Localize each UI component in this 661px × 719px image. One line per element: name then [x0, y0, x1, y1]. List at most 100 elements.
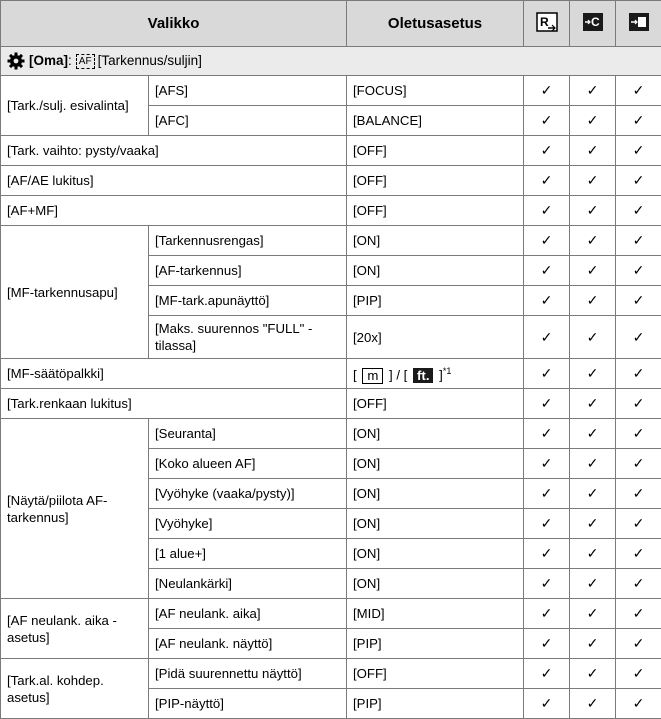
setting-name: [Tark./sulj. esivalinta] — [1, 76, 149, 136]
check-mark: ✓ — [616, 136, 661, 166]
default-value: [OFF] — [347, 389, 524, 419]
header-row: Valikko Oletusasetus R C — [1, 1, 661, 47]
check-mark: ✓ — [524, 479, 570, 509]
check-mark: ✓ — [570, 449, 616, 479]
table-row: [Tark./sulj. esivalinta] [AFS] [FOCUS] ✓… — [1, 76, 661, 106]
sub-setting-name: [Vyöhyke] — [149, 509, 347, 539]
check-mark: ✓ — [616, 286, 661, 316]
check-mark: ✓ — [616, 196, 661, 226]
sub-setting-name: [AFC] — [149, 106, 347, 136]
default-value: [PIP] — [347, 629, 524, 659]
table-row: [Näytä/piilota AF-tarkennus] [Seuranta] … — [1, 419, 661, 449]
setting-name: [AF neulank. aika -asetus] — [1, 599, 149, 659]
sub-setting-name: [PIP-näyttö] — [149, 689, 347, 719]
check-mark: ✓ — [524, 569, 570, 599]
check-mark: ✓ — [524, 629, 570, 659]
reset-rec-icon: R — [536, 12, 558, 32]
header-custom-copy: C — [570, 1, 616, 47]
check-mark: ✓ — [570, 286, 616, 316]
default-value: [ON] — [347, 569, 524, 599]
default-value: [ON] — [347, 226, 524, 256]
value-mid: ] / [ — [389, 368, 407, 383]
svg-text:R: R — [540, 15, 549, 29]
check-mark: ✓ — [524, 76, 570, 106]
check-mark: ✓ — [524, 316, 570, 359]
check-mark: ✓ — [616, 599, 661, 629]
sub-setting-name: [Seuranta] — [149, 419, 347, 449]
setting-name: [Tark. vaihto: pysty/vaaka] — [1, 136, 347, 166]
check-mark: ✓ — [616, 389, 661, 419]
sub-setting-name: [AF neulank. aika] — [149, 599, 347, 629]
setting-name: [MF-säätöpalkki] — [1, 359, 347, 389]
check-mark: ✓ — [616, 659, 661, 689]
check-mark: ✓ — [524, 539, 570, 569]
default-value: [20x] — [347, 316, 524, 359]
check-mark: ✓ — [616, 539, 661, 569]
meter-unit-icon: m — [362, 368, 383, 384]
check-mark: ✓ — [570, 479, 616, 509]
check-mark: ✓ — [524, 226, 570, 256]
check-mark: ✓ — [616, 106, 661, 136]
default-value: [FOCUS] — [347, 76, 524, 106]
sub-setting-name: [Pidä suurennettu näyttö] — [149, 659, 347, 689]
check-mark: ✓ — [570, 599, 616, 629]
check-mark: ✓ — [616, 316, 661, 359]
default-value: [ON] — [347, 539, 524, 569]
default-value: [OFF] — [347, 136, 524, 166]
sub-setting-name: [AF-tarkennus] — [149, 256, 347, 286]
value-open: [ — [353, 368, 357, 383]
setting-name: [Näytä/piilota AF-tarkennus] — [1, 419, 149, 599]
check-mark: ✓ — [524, 509, 570, 539]
check-mark: ✓ — [570, 106, 616, 136]
check-mark: ✓ — [524, 359, 570, 389]
af-icon: AF — [76, 54, 95, 69]
check-mark: ✓ — [524, 196, 570, 226]
check-mark: ✓ — [524, 106, 570, 136]
check-mark: ✓ — [570, 689, 616, 719]
section-row: [Oma]:AF[Tarkennus/suljin] — [1, 47, 661, 76]
check-mark: ✓ — [524, 136, 570, 166]
sub-setting-name: [Vyöhyke (vaaka/pysty)] — [149, 479, 347, 509]
check-mark: ✓ — [524, 659, 570, 689]
footnote-ref: *1 — [443, 366, 452, 376]
check-mark: ✓ — [524, 286, 570, 316]
check-mark: ✓ — [570, 659, 616, 689]
check-mark: ✓ — [570, 629, 616, 659]
sub-setting-name: [1 alue+] — [149, 539, 347, 569]
default-value: [PIP] — [347, 286, 524, 316]
sub-setting-name: [Koko alueen AF] — [149, 449, 347, 479]
check-mark: ✓ — [570, 359, 616, 389]
check-mark: ✓ — [616, 689, 661, 719]
table-row: [Tark.al. kohdep. asetus] [Pidä suurenne… — [1, 659, 661, 689]
check-mark: ✓ — [524, 256, 570, 286]
header-menu: Valikko — [1, 1, 347, 47]
check-mark: ✓ — [570, 569, 616, 599]
sub-setting-name: [Neulankärki] — [149, 569, 347, 599]
default-value: [OFF] — [347, 659, 524, 689]
default-value: [MID] — [347, 599, 524, 629]
section-title: [Tarkennus/suljin] — [98, 53, 202, 68]
default-value: [OFF] — [347, 166, 524, 196]
check-mark: ✓ — [616, 509, 661, 539]
custom-copy-icon: C — [582, 12, 604, 32]
table-row: [Tark.renkaan lukitus] [OFF] ✓ ✓ ✓ — [1, 389, 661, 419]
check-mark: ✓ — [616, 449, 661, 479]
check-mark: ✓ — [616, 76, 661, 106]
check-mark: ✓ — [570, 166, 616, 196]
svg-text:C: C — [591, 15, 600, 29]
section-oma: [Oma] — [29, 53, 68, 68]
check-mark: ✓ — [524, 449, 570, 479]
default-value: [ON] — [347, 509, 524, 539]
table-row: [MF-säätöpalkki] [ m ] / [ ft. ]*1 ✓ ✓ ✓ — [1, 359, 661, 389]
default-value: [BALANCE] — [347, 106, 524, 136]
setting-name: [Tark.al. kohdep. asetus] — [1, 659, 149, 719]
check-mark: ✓ — [524, 689, 570, 719]
setting-name: [AF+MF] — [1, 196, 347, 226]
check-mark: ✓ — [570, 389, 616, 419]
check-mark: ✓ — [616, 256, 661, 286]
table-row: [Tark. vaihto: pysty/vaaka] [OFF] ✓ ✓ ✓ — [1, 136, 661, 166]
table-row: [AF neulank. aika -asetus] [AF neulank. … — [1, 599, 661, 629]
gear-icon — [7, 52, 25, 70]
header-reset-rec: R — [524, 1, 570, 47]
sub-setting-name: [MF-tark.apunäyttö] — [149, 286, 347, 316]
